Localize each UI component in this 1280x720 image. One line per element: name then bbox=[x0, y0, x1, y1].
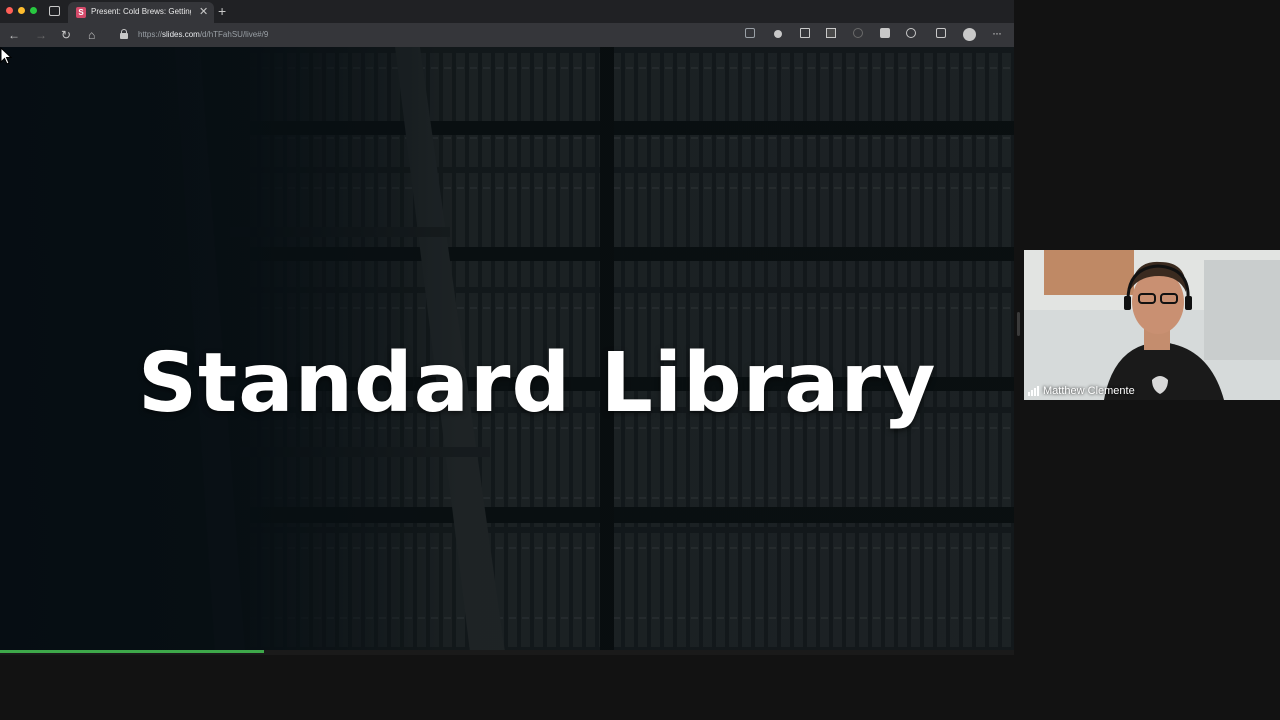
extension-icon[interactable] bbox=[774, 30, 782, 38]
resize-handle[interactable] bbox=[1017, 312, 1020, 336]
tab-title: Present: Cold Brews: Getting bbox=[91, 7, 191, 16]
extension-icon[interactable] bbox=[800, 28, 810, 38]
screen: S Present: Cold Brews: Getting ✕ + ← → ↻… bbox=[0, 0, 1280, 720]
bookmark-icon[interactable] bbox=[745, 28, 755, 38]
back-icon[interactable]: ← bbox=[8, 27, 20, 43]
minimize-window-button[interactable] bbox=[18, 7, 25, 14]
address-bar[interactable]: https://slides.com/d/hTFahSU/live#/9 bbox=[138, 30, 268, 39]
maximize-window-button[interactable] bbox=[30, 7, 37, 14]
participant-video-image bbox=[1024, 250, 1280, 400]
tab-overview-icon[interactable] bbox=[49, 6, 60, 16]
slides-favicon-icon: S bbox=[76, 7, 86, 18]
extension-icon[interactable] bbox=[880, 28, 890, 38]
extension-icon[interactable] bbox=[853, 28, 863, 38]
slide-progress-bar bbox=[0, 650, 1014, 655]
collections-icon[interactable] bbox=[936, 28, 946, 38]
slide-progress-fill bbox=[0, 650, 264, 653]
extension-icon[interactable] bbox=[906, 28, 916, 38]
url-path: /d/hTFahSU/live#/9 bbox=[199, 30, 269, 39]
url-prefix: https:// bbox=[138, 30, 163, 39]
new-tab-button[interactable]: + bbox=[218, 3, 226, 19]
url-host: slides.com bbox=[162, 30, 200, 39]
home-icon[interactable]: ⌂ bbox=[88, 27, 95, 43]
browser-window: S Present: Cold Brews: Getting ✕ + ← → ↻… bbox=[0, 0, 1014, 655]
close-window-button[interactable] bbox=[6, 7, 13, 14]
lock-icon[interactable] bbox=[120, 29, 128, 39]
profile-icon[interactable] bbox=[963, 28, 976, 41]
participant-video[interactable] bbox=[1024, 250, 1280, 400]
browser-toolbar: ← → ↻ ⌂ https://slides.com/d/hTFahSU/liv… bbox=[0, 23, 1014, 47]
tab-present[interactable]: S Present: Cold Brews: Getting ✕ bbox=[68, 2, 214, 23]
participant-name: Matthew Clemente bbox=[1043, 385, 1135, 397]
reload-icon[interactable]: ↻ bbox=[61, 27, 71, 43]
mouse-cursor-icon bbox=[0, 47, 13, 65]
slide-title: Standard Library bbox=[138, 336, 937, 431]
extension-icon[interactable] bbox=[826, 28, 836, 38]
connection-signal-icon bbox=[1028, 386, 1039, 396]
slide-canvas[interactable]: Standard Library ‹ › ⌄ bbox=[0, 47, 1014, 652]
menu-icon[interactable]: ··· bbox=[992, 26, 1002, 40]
forward-icon[interactable]: → bbox=[35, 27, 47, 43]
tab-close-icon[interactable]: ✕ bbox=[199, 5, 208, 18]
tab-bar: S Present: Cold Brews: Getting ✕ + bbox=[0, 0, 1014, 23]
